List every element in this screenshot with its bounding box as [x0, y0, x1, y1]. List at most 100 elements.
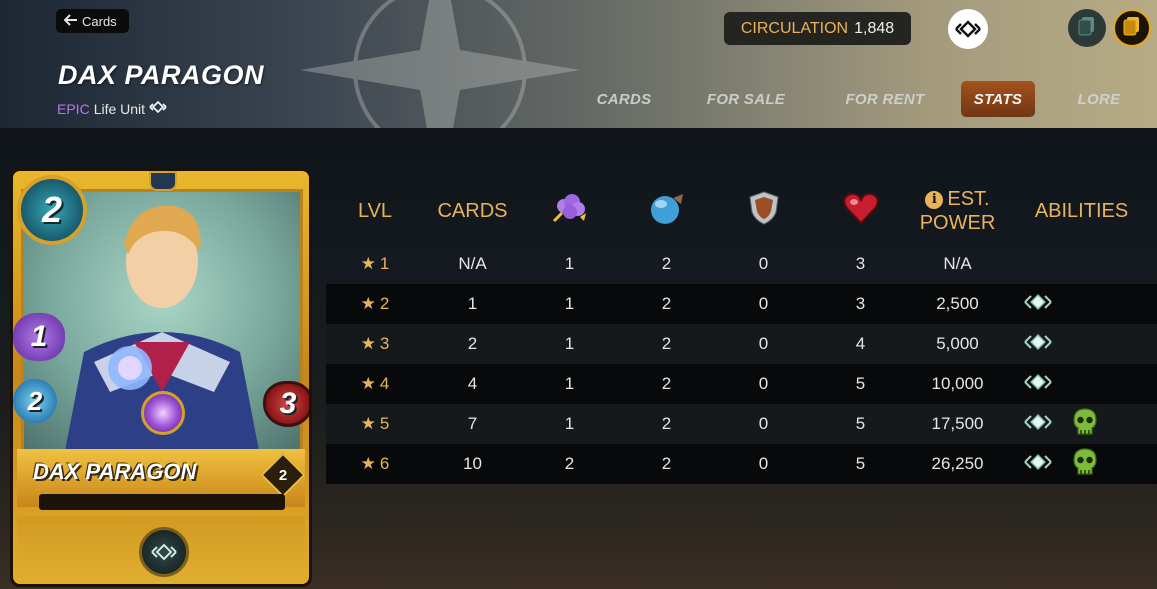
cell-lvl: ★ 5	[326, 404, 424, 444]
star-icon: ★	[360, 294, 376, 313]
skull-ability-icon[interactable]	[1072, 447, 1098, 482]
magic-icon	[550, 191, 590, 231]
cell-magic: 1	[521, 284, 618, 324]
tab-lore[interactable]: LORE	[1068, 81, 1130, 117]
cell-cards: 2	[424, 324, 521, 364]
tab-cards[interactable]: CARDS	[580, 81, 668, 117]
cell-power: 17,500	[909, 404, 1006, 444]
cell-armor: 0	[758, 254, 769, 273]
star-icon: ★	[360, 414, 376, 433]
table-row: ★ 2 1 1 2 0 3 2,500	[326, 284, 1157, 324]
cell-armor: 0	[715, 404, 812, 444]
header-magic	[521, 178, 618, 244]
header-lvl: LVL	[357, 200, 393, 222]
cell-lvl: ★ 2	[326, 284, 424, 324]
star-icon: ★	[360, 254, 376, 273]
cell-lvl: ★ 4	[326, 364, 424, 404]
header-health	[812, 178, 909, 244]
arrow-left-icon	[63, 13, 78, 29]
header-cards: CARDS	[437, 200, 508, 222]
diamond-ability-icon[interactable]	[1022, 329, 1054, 360]
cell-magic: 1	[521, 324, 618, 364]
header-abilities: ABILITIES	[1034, 200, 1129, 222]
rarity-label: EPIC	[57, 100, 90, 117]
header-power-label: POWER	[919, 212, 996, 234]
diamond-ability-icon[interactable]	[1022, 289, 1054, 320]
armor-icon	[747, 190, 781, 232]
card-stack-icon	[1078, 16, 1096, 40]
cell-power: N/A	[943, 254, 972, 273]
cell-abilities	[1006, 444, 1157, 484]
splinter-orb-icon	[141, 391, 185, 435]
star-icon: ★	[360, 334, 376, 353]
edition-icon	[149, 100, 167, 117]
card-top-gem	[149, 171, 177, 191]
cell-armor: 0	[715, 324, 812, 364]
level-number: 4	[379, 374, 390, 393]
card-view-toggle-button[interactable]	[1068, 9, 1106, 47]
cell-speed: 2	[618, 324, 715, 364]
table-row: ★ 3 2 1 2 0 4 5,000	[326, 324, 1157, 364]
circulation-label: CIRCULATION	[740, 19, 849, 37]
card-title: DAX PARAGON	[58, 60, 265, 90]
cell-abilities	[1006, 364, 1157, 404]
cell-health: 3	[855, 254, 866, 273]
cell-power: 10,000	[909, 364, 1006, 404]
tab-for-sale[interactable]: FOR SALE	[698, 81, 794, 117]
cell-magic: 1	[521, 404, 618, 444]
cell-armor: 0	[715, 284, 812, 324]
mana-cost-badge: 2	[17, 175, 87, 245]
gold-card-stack-icon	[1123, 16, 1141, 40]
level-number: 6	[379, 454, 390, 473]
diamond-ability-icon[interactable]	[1022, 449, 1054, 480]
level-stats-table: LVL CARDS i EST. POWER ABILITIES ★ 1 N/A…	[326, 178, 1157, 484]
header-speed	[618, 178, 715, 244]
header-armor	[715, 178, 812, 244]
unit-type-label: Life Unit	[93, 100, 146, 117]
back-to-cards-button[interactable]: Cards	[56, 9, 129, 33]
cell-magic: 1	[521, 364, 618, 404]
diamond-ability-icon[interactable]	[1022, 369, 1054, 400]
cell-magic: 1	[564, 254, 575, 273]
cell-cards: N/A	[458, 254, 487, 273]
card-image: 2 1 2 3 DAX PARAGON 2	[10, 168, 312, 587]
tab-for-rent[interactable]: FOR RENT	[833, 81, 937, 117]
star-icon: ★	[360, 374, 376, 393]
diamond-ability-icon[interactable]	[1022, 409, 1054, 440]
card-image-level: 2	[278, 467, 288, 484]
level-number: 5	[379, 414, 390, 433]
header-est-label: EST.	[947, 188, 990, 210]
speed-icon	[647, 190, 687, 232]
card-magic-badge: 1	[13, 313, 65, 361]
level-number: 3	[379, 334, 390, 353]
table-row: ★ 6 10 2 2 0 5 26,250	[326, 444, 1157, 484]
cell-health: 5	[812, 404, 909, 444]
tab-stats[interactable]: STATS	[961, 81, 1035, 117]
cell-cards: 7	[424, 404, 521, 444]
cell-cards: 10	[424, 444, 521, 484]
edition-badge-icon	[948, 9, 988, 49]
gold-card-toggle-button[interactable]	[1113, 9, 1151, 47]
cell-abilities	[1006, 324, 1157, 364]
card-health-badge: 3	[263, 381, 309, 427]
level-number: 1	[379, 254, 390, 273]
info-icon[interactable]: i	[925, 191, 944, 209]
card-subtitle: EPIC Life Unit	[57, 100, 167, 117]
cell-abilities	[1006, 404, 1157, 444]
card-ability-icon	[139, 527, 189, 577]
card-xp-bar	[39, 494, 285, 510]
cell-abilities	[1006, 244, 1157, 284]
skull-ability-icon[interactable]	[1072, 407, 1098, 442]
cell-armor: 0	[715, 364, 812, 404]
cell-speed: 2	[661, 254, 672, 273]
cell-speed: 2	[618, 444, 715, 484]
cell-power: 26,250	[909, 444, 1006, 484]
card-image-name: DAX PARAGON	[33, 459, 197, 484]
cell-cards: 1	[424, 284, 521, 324]
cell-cards: 4	[424, 364, 521, 404]
back-button-label: Cards	[82, 13, 117, 29]
table-row: ★ 5 7 1 2 0 5 17,500	[326, 404, 1157, 444]
cell-health: 3	[812, 284, 909, 324]
cell-health: 5	[812, 444, 909, 484]
cell-power: 5,000	[909, 324, 1006, 364]
